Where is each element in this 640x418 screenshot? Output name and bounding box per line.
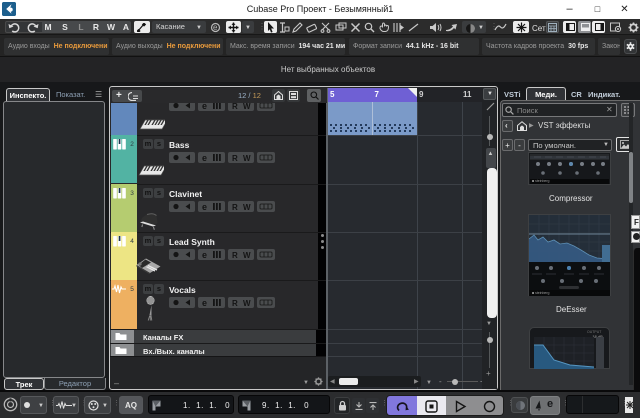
svg-text:e: e — [213, 23, 218, 32]
